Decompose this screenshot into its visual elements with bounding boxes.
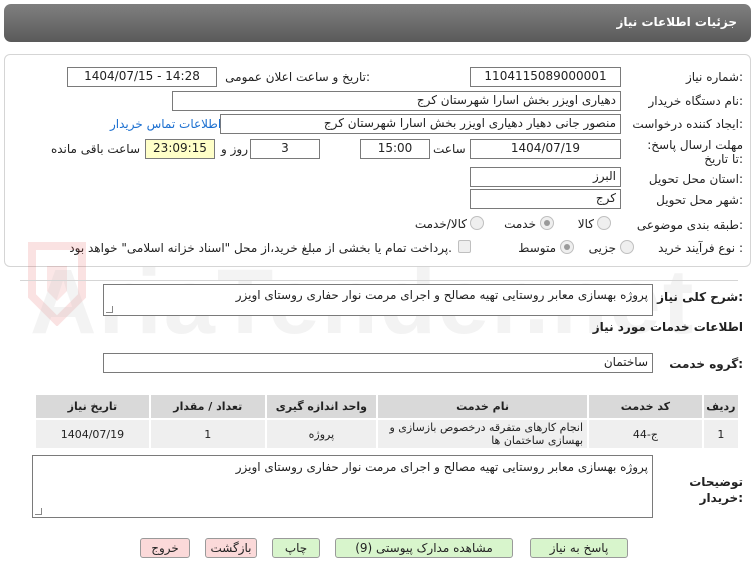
buyer-contact-link[interactable]: اطلاعات تماس خریدار xyxy=(110,117,221,131)
announce-date-field: 1404/07/15 - 14:28 xyxy=(67,67,217,87)
deadline-label: مهلت ارسال پاسخ: تا تاریخ: xyxy=(647,138,743,166)
announce-date-label: تاریخ و ساعت اعلان عمومی: xyxy=(225,70,370,84)
section-divider xyxy=(20,280,738,281)
creator-field: منصور جانی دهیار دهیاری اویزر بخش اسارا … xyxy=(220,114,621,134)
need-number-field: 1104115089000001 xyxy=(470,67,621,87)
col-unit: واحد اندازه گیری xyxy=(264,393,379,420)
purchase-option-medium: متوسط xyxy=(518,241,556,255)
col-quantity: تعداد / مقدار xyxy=(148,393,267,420)
buyer-org-field: دهیاری اویزر بخش اسارا شهرستان کرج xyxy=(172,91,621,111)
buyer-notes-label: توضیحات خریدار: xyxy=(689,475,743,505)
deadline-time-field: 15:00 xyxy=(360,139,430,159)
col-row-number: ردیف xyxy=(701,393,741,420)
category-radio-goods[interactable] xyxy=(597,216,611,230)
view-attachments-button[interactable]: مشاهده مدارک پیوستی (9) xyxy=(335,538,513,558)
category-radio-service[interactable] xyxy=(540,216,554,230)
services-section-title: اطلاعات خدمات مورد نیاز xyxy=(592,320,743,334)
cell-quantity: 1 xyxy=(148,418,267,450)
category-radio-goods-service[interactable] xyxy=(470,216,484,230)
purchase-type-label: نوع فرآیند خرید : xyxy=(658,241,743,255)
purchase-radio-medium[interactable] xyxy=(560,240,574,254)
treasury-payment-note: پرداخت تمام یا بخشی از مبلغ خرید،از محل … xyxy=(69,241,452,255)
description-field: پروژه بهسازی معابر روستایی تهیه مصالح و … xyxy=(103,284,653,316)
days-remaining-field: 3 xyxy=(250,139,320,159)
buyer-org-label: نام دستگاه خریدار: xyxy=(648,94,744,108)
buyer-notes-field: پروژه بهسازی معابر روستایی تهیه مصالح و … xyxy=(32,455,653,518)
remaining-time-label: ساعت باقی مانده xyxy=(50,142,140,156)
cell-unit: پروژه xyxy=(264,418,379,450)
treasury-payment-checkbox[interactable] xyxy=(458,240,471,253)
city-label: شهر محل تحویل: xyxy=(656,193,743,207)
category-option-goods: کالا xyxy=(577,217,594,231)
services-table-header: ردیف کد خدمت نام خدمت واحد اندازه گیری ت… xyxy=(34,393,741,420)
services-table: ردیف کد خدمت نام خدمت واحد اندازه گیری ت… xyxy=(34,393,741,450)
creator-label: ایجاد کننده درخواست: xyxy=(632,117,743,131)
province-label: استان محل تحویل: xyxy=(648,172,743,186)
remaining-time-field: 23:09:15 xyxy=(145,139,215,159)
col-service-code: کد خدمت xyxy=(587,393,704,420)
exit-button[interactable]: خروج xyxy=(140,538,190,558)
buyer-notes-resize-handle[interactable] xyxy=(35,508,42,515)
table-row: 1 ج-44 انجام کارهای متفرقه درخصوص بازساز… xyxy=(34,418,741,450)
reply-button[interactable]: پاسخ به نیاز xyxy=(530,538,628,558)
province-field: البرز xyxy=(470,167,621,187)
purchase-radio-minor[interactable] xyxy=(620,240,634,254)
print-button[interactable]: چاپ xyxy=(272,538,320,558)
back-button[interactable]: بازگشت xyxy=(205,538,257,558)
col-service-name: نام خدمت xyxy=(376,393,590,420)
category-option-goods-service: کالا/خدمت xyxy=(414,217,467,231)
service-group-field: ساختمان xyxy=(103,353,653,373)
page-header: جزئیات اطلاعات نیاز xyxy=(4,4,751,42)
col-need-date: تاریخ نیاز xyxy=(34,393,151,420)
deadline-date-field: 1404/07/19 xyxy=(470,139,621,159)
category-option-service: خدمت xyxy=(504,217,536,231)
cell-service-code: ج-44 xyxy=(587,418,704,450)
service-group-label: گروه خدمت: xyxy=(669,357,743,371)
need-number-label: شماره نیاز: xyxy=(685,70,743,84)
days-label: روز و xyxy=(221,142,248,156)
city-field: کرج xyxy=(470,189,621,209)
deadline-time-label: ساعت xyxy=(433,142,466,156)
cell-row-number: 1 xyxy=(701,418,741,450)
description-label: شرح کلی نیاز: xyxy=(657,290,743,304)
cell-service-name: انجام کارهای متفرقه درخصوص بازسازی و بهس… xyxy=(376,418,590,450)
cell-need-date: 1404/07/19 xyxy=(34,418,151,450)
page-title: جزئیات اطلاعات نیاز xyxy=(616,15,737,29)
purchase-option-minor: جزیی xyxy=(588,241,616,255)
category-label: طبقه بندی موضوعی: xyxy=(636,218,743,232)
description-resize-handle[interactable] xyxy=(106,306,113,313)
